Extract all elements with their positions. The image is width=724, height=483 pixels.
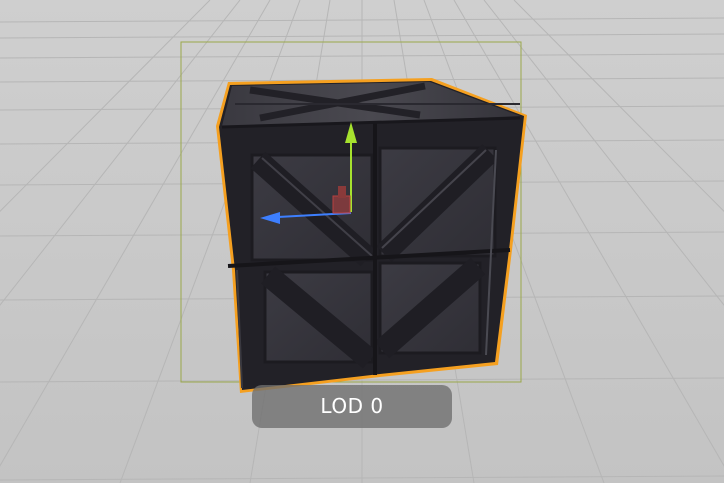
lod-badge: LOD 0 [252,385,452,428]
lod-badge-label: LOD 0 [320,394,384,418]
move-gizmo-center[interactable] [332,195,351,214]
move-gizmo-z-handle[interactable] [338,186,346,198]
crate-model[interactable] [216,78,527,393]
scene-viewport[interactable]: LOD 0 [0,0,724,483]
